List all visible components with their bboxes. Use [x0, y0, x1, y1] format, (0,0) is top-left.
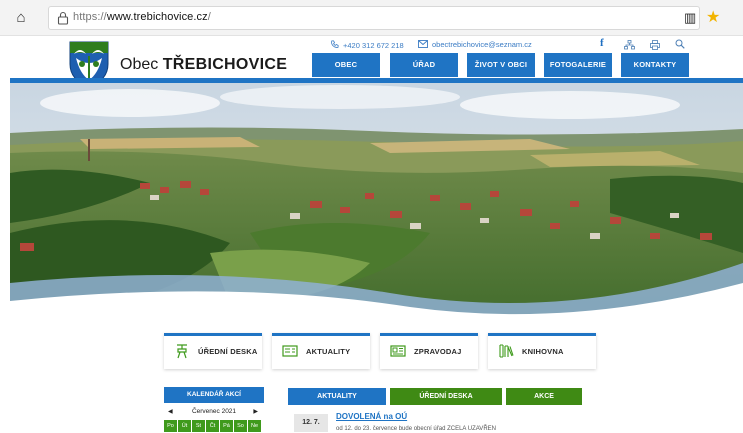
phone-icon [331, 40, 339, 48]
library-icon [499, 344, 514, 358]
calendar-next-icon[interactable]: ▶ [253, 405, 258, 419]
site-header: +420 312 672 218 obectrebichovice@seznam… [0, 36, 743, 88]
search-icon[interactable] [675, 39, 685, 49]
news-title-link[interactable]: DOVOLENÁ na OÚ [336, 412, 407, 421]
weekday-label: Po [164, 420, 177, 432]
site-title[interactable]: Obec TŘEBICHOVICE [120, 56, 287, 74]
tab-uredni-deska[interactable]: ÚŘEDNÍ DESKA [390, 388, 502, 405]
quick-link-uredni-deska[interactable]: ÚŘEDNÍ DESKA [164, 333, 262, 369]
news-icon [282, 345, 298, 357]
facebook-icon[interactable]: f [600, 37, 604, 49]
header-email[interactable]: obectrebichovice@seznam.cz [418, 40, 532, 49]
weekday-label: Ne [248, 420, 261, 432]
news-date-badge: 12. 7. [294, 414, 328, 432]
website: +420 312 672 218 obectrebichovice@seznam… [0, 36, 743, 433]
reader-view-icon[interactable]: ▥ [684, 10, 696, 26]
sitemap-icon[interactable] [624, 40, 635, 50]
favorite-star-icon[interactable]: ★ [706, 7, 720, 27]
news-excerpt: od 12. do 23. července bude obecní úřad … [336, 426, 496, 432]
board-icon [177, 344, 187, 359]
calendar-month-label: Červenec 2021 [191, 408, 237, 415]
weekday-label: St [192, 420, 205, 432]
calendar-prev-icon[interactable]: ◀ [168, 405, 173, 419]
lock-icon [57, 11, 69, 25]
quick-link-knihovna[interactable]: KNIHOVNA [488, 333, 596, 369]
weekday-label: So [234, 420, 247, 432]
address-bar[interactable]: https://www.trebichovice.cz/ [48, 6, 700, 30]
weekday-label: Čt [206, 420, 219, 432]
hero-village-photo [10, 83, 743, 333]
tab-akce[interactable]: AKCE [506, 388, 582, 405]
weekday-label: Út [178, 420, 191, 432]
nav-item-kontakty[interactable]: KONTAKTY [621, 53, 689, 77]
nav-item-obec[interactable]: OBEC [312, 53, 380, 77]
header-phone[interactable]: +420 312 672 218 [330, 40, 404, 50]
quick-link-zpravodaj[interactable]: ZPRAVODAJ [380, 333, 478, 369]
nav-item-zivot-v-obci[interactable]: ŽIVOT V OBCI [467, 53, 535, 77]
print-icon[interactable] [650, 40, 660, 50]
home-icon[interactable]: ⌂ [12, 9, 30, 27]
newspaper-icon [390, 345, 406, 357]
quick-link-aktuality[interactable]: AKTUALITY [272, 333, 370, 369]
calendar-title: KALENDÁŘ AKCÍ [164, 387, 264, 403]
browser-toolbar: ⌂ https://www.trebichovice.cz/ ▥ ★ [0, 0, 743, 36]
url-text: https://www.trebichovice.cz/ [73, 11, 211, 23]
tab-aktuality[interactable]: AKTUALITY [288, 388, 386, 405]
calendar-weekdays: Po Út St Čt Pá So Ne [164, 420, 264, 432]
mail-icon [418, 40, 428, 48]
nav-item-fotogalerie[interactable]: FOTOGALERIE [544, 53, 612, 77]
calendar-month: ◀ Červenec 2021 ▶ [164, 405, 264, 419]
weekday-label: Pá [220, 420, 233, 432]
nav-item-urad[interactable]: ÚŘAD [390, 53, 458, 77]
